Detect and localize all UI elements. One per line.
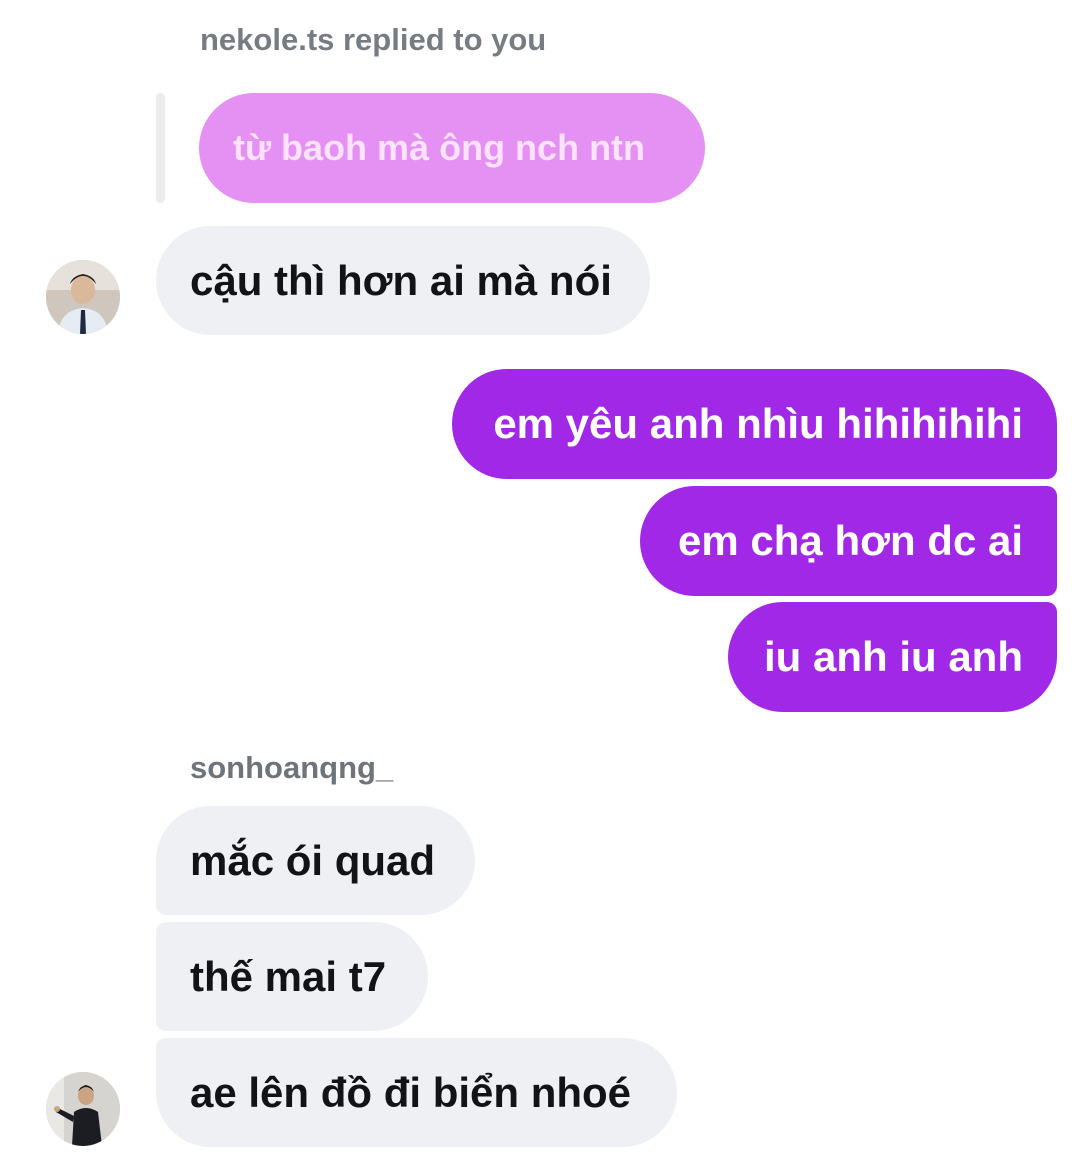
message-text: em chạ hơn dc ai [678, 517, 1023, 564]
person-avatar-icon [46, 260, 120, 334]
message-text: iu anh iu anh [764, 633, 1023, 680]
incoming-message-bubble[interactable]: cậu thì hơn ai mà nói [156, 226, 650, 335]
message-text: em yêu anh nhìu hihihihihi [493, 400, 1023, 447]
contact-avatar[interactable] [46, 1072, 120, 1146]
incoming-message-bubble[interactable]: mắc ói quad [156, 806, 475, 915]
outgoing-message-bubble[interactable]: em yêu anh nhìu hihihihihi [452, 369, 1057, 479]
message-text: cậu thì hơn ai mà nói [190, 256, 612, 304]
reply-caption: nekole.ts replied to you [200, 22, 547, 57]
message-text: thế mai t7 [190, 952, 387, 1000]
message-text: ae lên đồ đi biển nhoé [190, 1068, 632, 1116]
quoted-message-text: từ baoh mà ông nch ntn [233, 127, 646, 168]
incoming-message-bubble[interactable]: ae lên đồ đi biển nhoé [156, 1038, 677, 1147]
contact-avatar[interactable] [46, 260, 120, 334]
outgoing-message-bubble[interactable]: em chạ hơn dc ai [640, 486, 1057, 596]
quoted-message-bubble[interactable]: từ baoh mà ông nch ntn [199, 93, 705, 203]
incoming-message-bubble[interactable]: thế mai t7 [156, 922, 428, 1031]
sender-name: sonhoanqng_ [190, 750, 394, 785]
outgoing-message-bubble[interactable]: iu anh iu anh [728, 602, 1057, 712]
person-avatar-icon [46, 1072, 120, 1146]
message-text: mắc ói quad [190, 836, 436, 884]
reply-indicator-bar [156, 93, 165, 203]
